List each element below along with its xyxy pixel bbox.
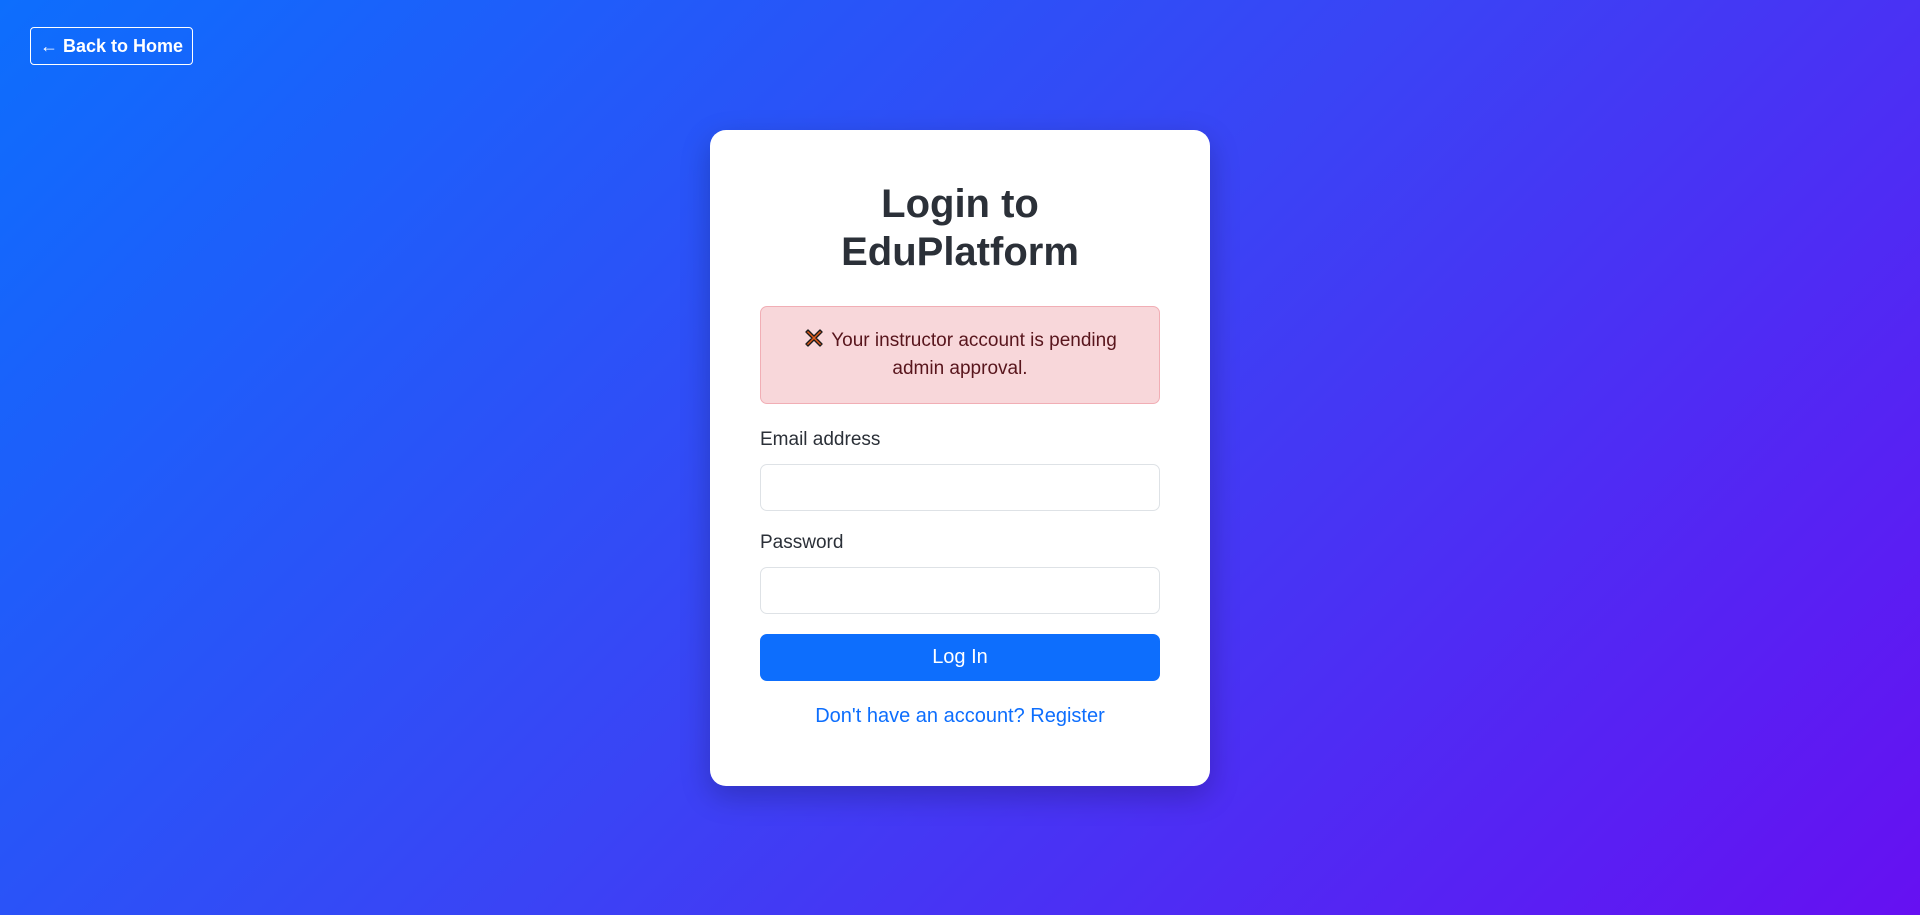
title-line-2: EduPlatform: [841, 230, 1079, 274]
login-button[interactable]: Log In: [760, 634, 1160, 681]
login-card: Login to EduPlatform Your instructor acc…: [710, 130, 1210, 786]
error-alert: Your instructor account is pending admin…: [760, 306, 1160, 404]
back-to-home-button[interactable]: ← Back to Home: [30, 27, 194, 65]
close-x-icon: [805, 329, 823, 347]
password-field[interactable]: [760, 567, 1160, 614]
alert-content: Your instructor account is pending admin…: [785, 327, 1135, 383]
password-label: Password: [760, 532, 844, 553]
email-label: Email address: [760, 429, 881, 450]
email-field[interactable]: [760, 464, 1160, 511]
page-title: Login to EduPlatform: [760, 180, 1160, 276]
alert-text: Your instructor account is pending admin…: [831, 330, 1117, 379]
title-line-1: Login to: [881, 182, 1039, 226]
register-link[interactable]: Don't have an account? Register: [760, 705, 1160, 728]
